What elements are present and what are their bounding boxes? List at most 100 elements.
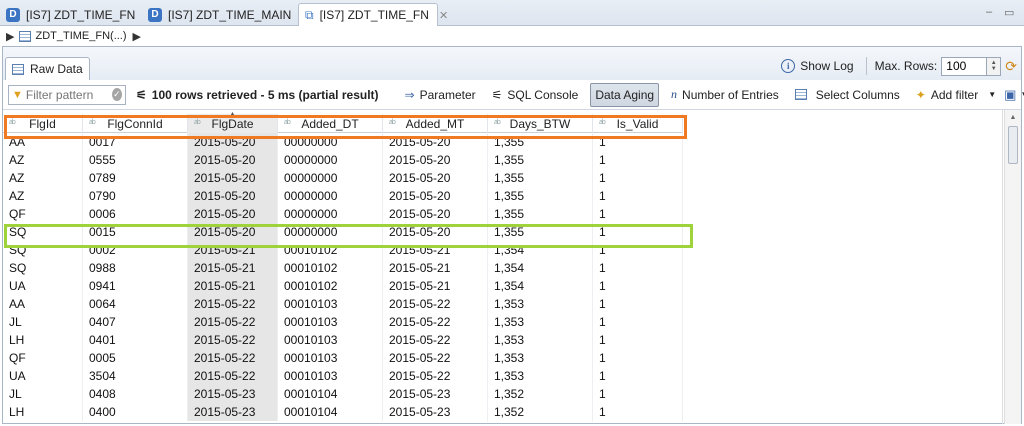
table-cell[interactable]: 1,352 [488,403,593,421]
table-cell[interactable]: SQ [3,241,83,259]
table-cell[interactable]: 2015-05-22 [383,349,488,367]
table-cell[interactable]: 1,355 [488,205,593,223]
table-cell[interactable]: 2015-05-20 [383,223,488,241]
table-cell[interactable]: 1 [593,313,683,331]
table-row[interactable]: UA 0941 2015-05-21 00010102 2015-05-21 1,354 1 [3,277,683,295]
table-cell[interactable]: 00000000 [278,151,383,169]
table-cell[interactable]: 0064 [83,295,188,313]
table-cell[interactable]: 2015-05-22 [383,295,488,313]
table-cell[interactable]: 1 [593,385,683,403]
table-cell[interactable]: 1,355 [488,169,593,187]
table-cell[interactable]: 1 [593,403,683,421]
table-cell[interactable]: UA [3,367,83,385]
table-cell[interactable]: 2015-05-22 [188,313,278,331]
table-cell[interactable]: 1,354 [488,241,593,259]
vertical-scrollbar[interactable]: ▲ [1004,110,1021,424]
table-cell[interactable]: AZ [3,169,83,187]
sql-console-button[interactable]: ⚟ SQL Console [488,83,583,107]
table-cell[interactable]: 00010103 [278,367,383,385]
column-header[interactable]: ab Days_BTW [488,114,593,133]
table-cell[interactable]: 00000000 [278,187,383,205]
table-cell[interactable]: 00010103 [278,331,383,349]
scrollbar-thumb[interactable] [1008,126,1018,164]
table-cell[interactable]: 1 [593,331,683,349]
table-cell[interactable]: 0006 [83,205,188,223]
table-cell[interactable]: 1,353 [488,313,593,331]
table-cell[interactable]: 1 [593,187,683,205]
table-cell[interactable]: 2015-05-20 [188,187,278,205]
table-cell[interactable]: 2015-05-20 [188,151,278,169]
table-row[interactable]: SQ 0002 2015-05-21 00010102 2015-05-21 1,354 1 [3,241,683,259]
table-row[interactable]: AZ 0790 2015-05-20 00000000 2015-05-20 1,355 1 [3,187,683,205]
table-cell[interactable]: 2015-05-22 [188,349,278,367]
table-cell[interactable]: AA [3,295,83,313]
table-row[interactable]: LH 0401 2015-05-22 00010103 2015-05-22 1,353 1 [3,331,683,349]
table-row[interactable]: QF 0005 2015-05-22 00010103 2015-05-22 1,353 1 [3,349,683,367]
table-cell[interactable]: 1 [593,223,683,241]
table-cell[interactable]: AZ [3,151,83,169]
table-row[interactable]: LH 0400 2015-05-23 00010104 2015-05-23 1,352 1 [3,403,683,421]
table-cell[interactable]: 0002 [83,241,188,259]
parameter-button[interactable]: ⇒ Parameter [401,83,480,107]
table-cell[interactable]: 00010103 [278,313,383,331]
table-cell[interactable]: 1 [593,367,683,385]
table-cell[interactable]: QF [3,349,83,367]
table-cell[interactable]: 1 [593,349,683,367]
table-cell[interactable]: 0555 [83,151,188,169]
table-cell[interactable]: 00010102 [278,259,383,277]
table-cell[interactable]: 0408 [83,385,188,403]
table-cell[interactable]: 2015-05-20 [383,205,488,223]
table-cell[interactable]: 0400 [83,403,188,421]
table-cell[interactable]: 0005 [83,349,188,367]
table-cell[interactable]: 1,355 [488,133,593,151]
table-cell[interactable]: 2015-05-23 [383,403,488,421]
table-cell[interactable]: 1 [593,151,683,169]
save-button[interactable]: ▣ ▼ [1000,83,1024,107]
table-cell[interactable]: 2015-05-20 [188,169,278,187]
table-cell[interactable]: 0988 [83,259,188,277]
table-cell[interactable]: 00010103 [278,295,383,313]
table-cell[interactable]: LH [3,331,83,349]
table-cell[interactable]: 1 [593,241,683,259]
table-row[interactable]: AA 0017 2015-05-20 00000000 2015-05-20 1,355 1 [3,133,683,151]
table-cell[interactable]: 1,355 [488,151,593,169]
table-cell[interactable]: LH [3,403,83,421]
table-cell[interactable]: 2015-05-20 [383,151,488,169]
table-cell[interactable]: 2015-05-20 [383,187,488,205]
table-cell[interactable]: 1,353 [488,331,593,349]
editor-tab-zdt-time-fn[interactable]: D [IS7] ZDT_TIME_FN [0,3,142,26]
table-cell[interactable]: 0789 [83,169,188,187]
table-row[interactable]: AZ 0789 2015-05-20 00000000 2015-05-20 1,355 1 [3,169,683,187]
chevron-down-icon[interactable]: ▼ [988,90,996,99]
max-rows-stepper[interactable]: ▲ ▼ [987,56,1002,76]
table-cell[interactable]: 0941 [83,277,188,295]
editor-tab-zdt-time-main[interactable]: D [IS7] ZDT_TIME_MAIN [142,3,298,26]
column-header[interactable]: ab FlgId [3,114,83,133]
chevron-down-icon[interactable]: ▼ [1020,90,1024,99]
chevron-right-icon[interactable]: ▶ [6,30,14,43]
table-cell[interactable]: 2015-05-22 [383,331,488,349]
column-header[interactable]: ab Is_Valid [593,114,683,133]
table-cell[interactable]: 1,355 [488,223,593,241]
table-cell[interactable]: 1,354 [488,277,593,295]
column-header[interactable]: ab Added_DT [278,114,383,133]
table-cell[interactable]: 3504 [83,367,188,385]
max-rows-input[interactable] [941,56,988,76]
column-header[interactable]: ab FlgConnId [83,114,188,133]
refresh-icon[interactable]: ⟳ [1005,58,1017,75]
table-row[interactable]: AA 0064 2015-05-22 00010103 2015-05-22 1,353 1 [3,295,683,313]
table-cell[interactable]: 2015-05-20 [383,169,488,187]
table-cell[interactable]: 2015-05-21 [188,259,278,277]
table-cell[interactable]: 00010102 [278,277,383,295]
table-cell[interactable]: JL [3,385,83,403]
table-cell[interactable]: 1 [593,205,683,223]
table-cell[interactable]: SQ [3,223,83,241]
table-cell[interactable]: 0015 [83,223,188,241]
filter-field[interactable]: ▼ ✓ [8,84,126,105]
filter-input[interactable] [25,87,112,102]
select-columns-button[interactable]: Select Columns [791,83,904,107]
add-filter-button[interactable]: ✦ Add filter ▼ [912,83,1000,107]
table-cell[interactable]: 00000000 [278,169,383,187]
close-icon[interactable]: ✕ [439,9,448,22]
table-cell[interactable]: 2015-05-21 [383,259,488,277]
